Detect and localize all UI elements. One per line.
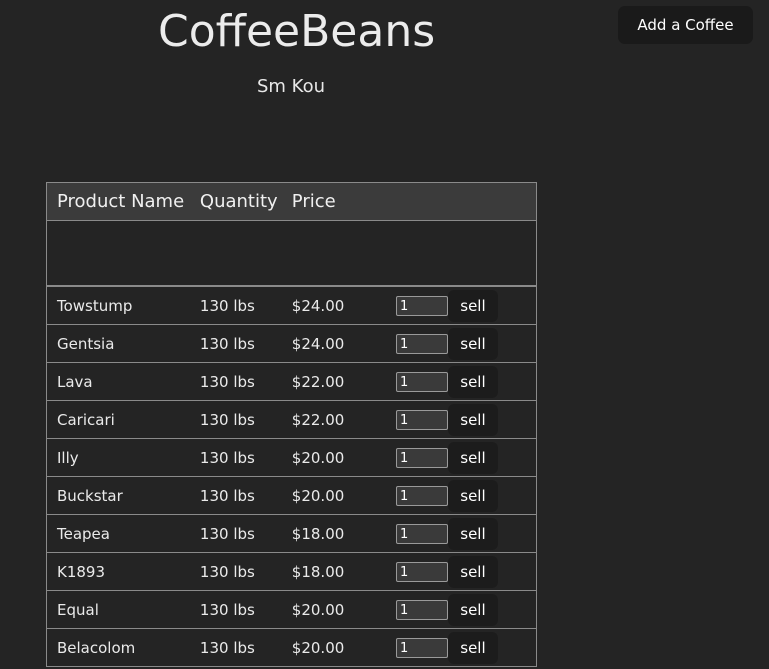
sell-quantity-input[interactable] (395, 486, 448, 506)
quantity-cell: 130 lbs (189, 324, 282, 363)
sell-quantity-input[interactable] (395, 600, 448, 620)
sell-actions-cell: sell (387, 324, 536, 363)
page-subtitle: Sm Kou (256, 76, 325, 97)
product-name-cell: Towstump (57, 296, 133, 315)
sell-actions-cell: sell (387, 628, 536, 666)
price-cell: $20.00 (281, 476, 388, 515)
table-row: Lava130 lbs$22.00 sell (47, 362, 536, 401)
product-name-cell: Teapea (47, 514, 190, 553)
sell-button[interactable]: sell (447, 442, 498, 474)
table-body: Towstump130 lbs$24.00sellGentsia130 lbs$… (47, 286, 536, 666)
sell-actions-cell: sell (387, 552, 536, 591)
table-caption (47, 220, 536, 287)
sell-actions-cell: sell (387, 514, 536, 553)
page: CoffeeBeans Sm Kou Add a Coffee Product … (0, 0, 769, 669)
sell-quantity-input[interactable] (395, 638, 448, 658)
quantity-cell: 130 lbs (189, 400, 282, 439)
sell-actions-cell: sell (388, 286, 536, 325)
product-name-cell: Buckstar (47, 476, 190, 515)
quantity-cell: 130 lbs (199, 296, 255, 315)
quantity-cell: 130 lbs (189, 362, 282, 401)
sell-button[interactable]: sell (447, 328, 498, 360)
sell-quantity-input[interactable] (395, 410, 448, 430)
sell-quantity-input[interactable] (395, 448, 448, 468)
sell-actions-cell: sell (387, 590, 536, 629)
column-header-actions (387, 183, 536, 221)
price-cell: $22.00 (281, 362, 388, 401)
product-name-cell: Illy (47, 438, 190, 477)
table-row: Gentsia130 lbs$24.00 sell (47, 324, 536, 363)
price-cell: $24.00 (281, 324, 388, 363)
table-row: Equal130 lbs$20.00 sell (47, 590, 536, 629)
quantity-cell: 130 lbs (189, 552, 282, 591)
sell-actions-cell: sell (387, 362, 536, 401)
sell-quantity-input[interactable] (395, 524, 448, 544)
price-cell: $18.00 (281, 514, 388, 553)
price-cell: $18.00 (281, 552, 388, 591)
table-caption-area (47, 220, 536, 287)
price-cell: $22.00 (281, 400, 388, 439)
sell-quantity-input[interactable] (395, 334, 448, 354)
table-row: Towstump 130 lbs $24.00 sell (47, 286, 536, 325)
sell-quantity-input[interactable] (395, 296, 448, 316)
quantity-cell: 130 lbs (189, 514, 282, 553)
sell-actions-cell: sell (387, 438, 536, 477)
add-coffee-button[interactable]: Add a Coffee (618, 6, 753, 44)
quantity-cell: 130 lbs (189, 438, 282, 477)
sell-button[interactable]: sell (447, 518, 498, 550)
price-cell: $20.00 (281, 590, 388, 629)
sell-quantity-input[interactable] (395, 372, 448, 392)
product-name-cell: Gentsia (47, 324, 190, 363)
column-header-price: Price (281, 183, 388, 221)
table-row: Teapea130 lbs$18.00 sell (47, 514, 536, 553)
sell-actions-cell: sell (387, 400, 536, 439)
column-header-quantity: Quantity (189, 183, 282, 221)
product-name-cell: Belacolom (47, 628, 190, 666)
coffee-table: Product Name Quantity Price Towstump 130 … (46, 182, 537, 667)
sell-button[interactable]: sell (447, 366, 498, 398)
table-header: Product Name Quantity Price (47, 183, 536, 221)
table-row: Belacolom130 lbs$20.00 sell (47, 628, 536, 666)
product-name-cell: Equal (47, 590, 190, 629)
sell-quantity-input[interactable] (395, 562, 448, 582)
product-name-cell: Lava (47, 362, 190, 401)
column-header-product-name: Product Name (47, 183, 190, 221)
sell-button[interactable]: sell (447, 556, 498, 588)
product-name-cell: K1893 (47, 552, 190, 591)
sell-actions-cell: sell (387, 476, 536, 515)
table-row: Buckstar130 lbs$20.00 sell (47, 476, 536, 515)
price-cell: $24.00 (291, 296, 345, 315)
page-title: CoffeeBeans (158, 6, 436, 57)
table-row: Illy130 lbs$20.00 sell (47, 438, 536, 477)
sell-button[interactable]: sell (447, 594, 498, 626)
price-cell: $20.00 (281, 438, 388, 477)
sell-button[interactable]: sell (447, 404, 498, 436)
price-cell: $20.00 (281, 628, 388, 666)
table-row: K1893130 lbs$18.00 sell (47, 552, 536, 591)
sell-button[interactable]: sell (447, 632, 498, 664)
product-name-cell: Caricari (47, 400, 190, 439)
sell-button[interactable]: sell (447, 290, 498, 322)
table-row: Caricari130 lbs$22.00 sell (47, 400, 536, 439)
quantity-cell: 130 lbs (189, 590, 282, 629)
quantity-cell: 130 lbs (189, 476, 282, 515)
sell-button[interactable]: sell (447, 480, 498, 512)
quantity-cell: 130 lbs (189, 628, 282, 666)
